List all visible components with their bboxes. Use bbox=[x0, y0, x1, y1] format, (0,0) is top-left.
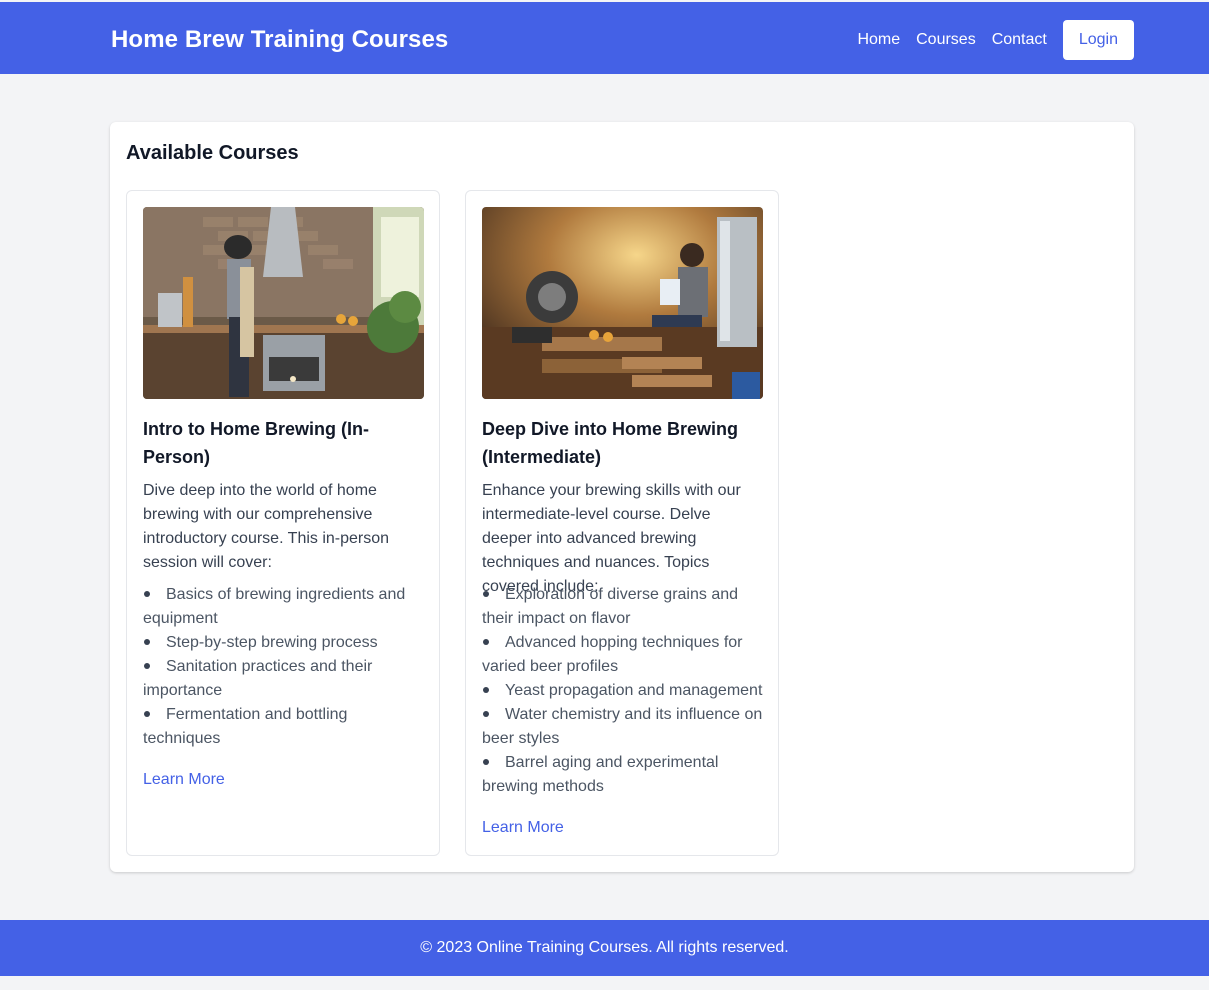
list-item: Step-by-step brewing process bbox=[143, 631, 425, 655]
list-item: Yeast propagation and management bbox=[482, 679, 764, 703]
course-image-kitchen-brewing bbox=[143, 207, 424, 399]
nav-contact-link[interactable]: Contact bbox=[992, 20, 1047, 60]
course-card: Deep Dive into Home Brewing (Intermediat… bbox=[465, 190, 779, 856]
bullet-icon bbox=[143, 655, 166, 679]
course-topic-list: Basics of brewing ingredients and equipm… bbox=[143, 583, 425, 751]
main-nav: Home Courses Contact Login bbox=[857, 20, 1134, 60]
nav-home-link[interactable]: Home bbox=[857, 20, 900, 60]
copyright-text: © 2023 Online Training Courses. All righ… bbox=[420, 939, 789, 956]
bullet-icon bbox=[143, 703, 166, 727]
course-description: Dive deep into the world of home brewing… bbox=[143, 482, 390, 571]
bullet-icon bbox=[143, 631, 166, 655]
section-title: Available Courses bbox=[126, 142, 299, 164]
course-topic-list: Exploration of diverse grains and their … bbox=[482, 583, 764, 799]
learn-more-link[interactable]: Learn More bbox=[482, 816, 564, 840]
page-footer: © 2023 Online Training Courses. All righ… bbox=[0, 920, 1209, 976]
course-title: Deep Dive into Home Brewing (Intermediat… bbox=[482, 419, 739, 467]
course-title: Intro to Home Brewing (In-Person) bbox=[143, 419, 369, 467]
bullet-icon bbox=[482, 679, 505, 703]
bullet-icon bbox=[482, 583, 505, 607]
learn-more-link[interactable]: Learn More bbox=[143, 768, 225, 792]
list-item: Sanitation practices and their importanc… bbox=[143, 655, 425, 703]
course-image-workshop-brewing bbox=[482, 207, 763, 399]
list-item: Fermentation and bottling techniques bbox=[143, 703, 425, 751]
nav-courses-link[interactable]: Courses bbox=[916, 20, 976, 60]
course-card: Intro to Home Brewing (In-Person) Dive d… bbox=[126, 190, 440, 856]
courses-panel: Available Courses Intro to Home Brewing … bbox=[110, 122, 1134, 872]
list-item: Exploration of diverse grains and their … bbox=[482, 583, 764, 631]
bullet-icon bbox=[143, 583, 166, 607]
list-item: Barrel aging and experimental brewing me… bbox=[482, 751, 764, 799]
list-item: Advanced hopping techniques for varied b… bbox=[482, 631, 764, 679]
course-description: Enhance your brewing skills with our int… bbox=[482, 482, 741, 595]
list-item: Water chemistry and its influence on bee… bbox=[482, 703, 764, 751]
login-button[interactable]: Login bbox=[1062, 20, 1134, 60]
list-item: Basics of brewing ingredients and equipm… bbox=[143, 583, 425, 631]
bullet-icon bbox=[482, 751, 505, 775]
bullet-icon bbox=[482, 703, 505, 727]
bullet-icon bbox=[482, 631, 505, 655]
site-brand[interactable]: Home Brew Training Courses bbox=[111, 26, 448, 54]
top-navbar: Home Brew Training Courses Home Courses … bbox=[0, 2, 1209, 74]
